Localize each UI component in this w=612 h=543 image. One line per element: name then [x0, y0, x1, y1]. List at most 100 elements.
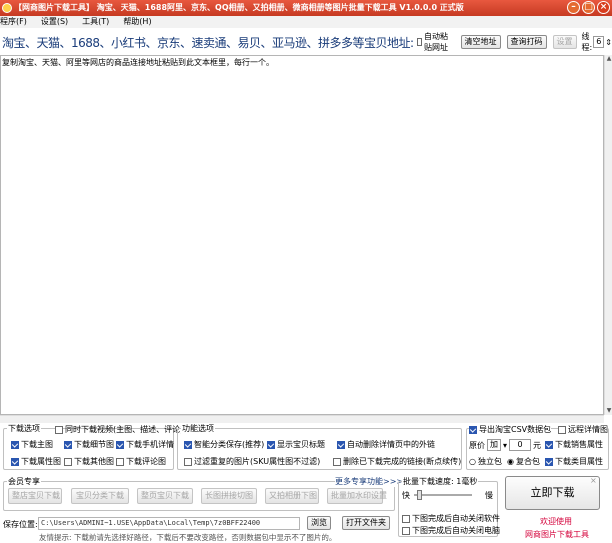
- price-value-input[interactable]: 0: [509, 439, 532, 451]
- export-csv-checkbox[interactable]: [469, 425, 477, 434]
- close-icon[interactable]: ×: [597, 1, 610, 14]
- remote-detail-option[interactable]: 远程详情图: [558, 424, 608, 435]
- delete-done-label: 删除已下载完成的链接(断点续传): [343, 457, 462, 466]
- spinner-arrows-icon[interactable]: ⇕: [605, 38, 612, 47]
- filter-dupes-option[interactable]: 过滤重复的图片(SKU属性图不过滤): [184, 456, 320, 467]
- shop-download-button[interactable]: 整店宝贝下载: [8, 488, 62, 504]
- save-path-input[interactable]: C:\Users\ADMINI~1.USE\AppData\Local\Temp…: [38, 517, 300, 530]
- function-options-title: 功能选项: [181, 423, 215, 434]
- maximize-icon[interactable]: □: [582, 1, 595, 14]
- brand-text: 网商图片下载工具: [525, 530, 589, 539]
- title-bar: 【网商图片下载工具】 淘宝、天猫、1688阿里、京东、QQ相册、又拍相册、微商相…: [0, 0, 612, 16]
- close-app-label: 下图完成后自动关闭软件: [412, 514, 500, 523]
- dl-mobile-checkbox[interactable]: [116, 440, 124, 449]
- price-op-select[interactable]: 加: [487, 439, 501, 451]
- shutdown-label: 下图完成后自动关闭电脑: [412, 526, 500, 535]
- save-hint: 友情提示: 下载前请先选择好路径，下载后不要改变路径，否则数据包中显示不了图片的…: [39, 533, 337, 542]
- dl-detail-label: 下载细节图: [74, 440, 114, 449]
- close-small-icon[interactable]: ×: [590, 476, 597, 485]
- remove-links-option[interactable]: 自动删除详情页中的外链: [337, 439, 435, 450]
- auto-paste-checkbox[interactable]: [416, 38, 423, 46]
- threads-spinner[interactable]: 6: [593, 36, 605, 48]
- shutdown-option[interactable]: 下图完成后自动关闭电脑: [402, 525, 500, 536]
- scroll-up-icon[interactable]: ▲: [605, 55, 612, 63]
- threads-label: 线程:: [581, 32, 593, 52]
- category-attr-option[interactable]: 下载类目属性: [545, 456, 603, 467]
- clear-urls-button[interactable]: 清空地址: [460, 35, 501, 49]
- category-download-button[interactable]: 宝贝分类下载: [71, 488, 129, 504]
- dl-detail-checkbox[interactable]: [64, 440, 72, 449]
- app-icon: [2, 3, 12, 13]
- youpai-download-button[interactable]: 又拍相册下图: [265, 488, 319, 504]
- dl-attr-label: 下载属性图: [21, 457, 61, 466]
- menu-program[interactable]: 程序(F): [0, 16, 27, 28]
- pkg-composite-option[interactable]: ◉ 复合包: [507, 456, 540, 467]
- pkg-independent-option[interactable]: ○ 独立包: [469, 456, 502, 467]
- category-attr-label: 下载类目属性: [555, 457, 603, 466]
- minimize-icon[interactable]: –: [567, 1, 580, 14]
- welcome-text: 欢迎使用: [540, 517, 572, 526]
- member-title: 会员专享: [7, 476, 41, 487]
- dl-main-option[interactable]: 下载主图: [11, 439, 53, 450]
- more-features-link[interactable]: 更多专享功能>>>: [335, 476, 404, 487]
- url-textarea[interactable]: 复制淘宝、天猫、阿里等网店的商品连接地址粘贴到此文本框里，每行一个。: [0, 55, 604, 415]
- dl-detail-option[interactable]: 下载细节图: [64, 439, 114, 450]
- menu-bar: 程序(F) 设置(S) 工具(T) 帮助(H): [0, 16, 612, 28]
- url-label: 淘宝、天猫、1688、小红书、京东、速卖通、易贝、亚马逊、拼多多等宝贝地址:: [2, 35, 414, 50]
- browse-button[interactable]: 浏览: [307, 516, 331, 530]
- dl-main-checkbox[interactable]: [11, 440, 19, 449]
- menu-settings[interactable]: 设置(S): [41, 16, 68, 28]
- dl-review-checkbox[interactable]: [116, 457, 124, 466]
- vertical-scrollbar[interactable]: ▲ ▼: [604, 55, 612, 415]
- shutdown-checkbox[interactable]: [402, 526, 410, 535]
- sync-video-option[interactable]: 同时下载视频(主图、描述、评论): [55, 424, 183, 435]
- query-button[interactable]: 查询打码: [506, 35, 547, 49]
- sync-video-label: 同时下载视频(主图、描述、评论): [65, 425, 184, 434]
- sales-attr-option[interactable]: 下载销售属性: [545, 439, 603, 450]
- dl-other-checkbox[interactable]: [64, 457, 72, 466]
- menu-help[interactable]: 帮助(H): [123, 16, 151, 28]
- url-bar: 淘宝、天猫、1688、小红书、京东、速卖通、易贝、亚马逊、拼多多等宝贝地址: 自…: [0, 31, 612, 53]
- remote-detail-label: 远程详情图: [568, 425, 608, 434]
- dl-attr-option[interactable]: 下载属性图: [11, 456, 61, 467]
- speed-slider[interactable]: [414, 490, 472, 500]
- delete-done-checkbox[interactable]: [333, 457, 341, 466]
- show-title-checkbox[interactable]: [267, 440, 275, 449]
- category-attr-checkbox[interactable]: [545, 457, 553, 466]
- sales-attr-checkbox[interactable]: [545, 440, 553, 449]
- sync-video-checkbox[interactable]: [55, 425, 63, 434]
- window-title: 【网商图片下载工具】 淘宝、天猫、1688阿里、京东、QQ相册、又拍相册、微商相…: [14, 3, 464, 12]
- long-image-button[interactable]: 长图拼接切图: [201, 488, 257, 504]
- watermark-button[interactable]: 批量加水印设置: [327, 488, 387, 504]
- scroll-down-icon[interactable]: ▼: [605, 407, 612, 415]
- save-label: 保存位置:: [3, 520, 38, 529]
- open-folder-button[interactable]: 打开文件夹: [342, 516, 390, 530]
- export-csv-label: 导出淘宝CSV数据包: [479, 425, 552, 434]
- dl-other-option[interactable]: 下载其他图: [64, 456, 114, 467]
- settings-button[interactable]: 设置: [552, 35, 577, 49]
- delete-done-option[interactable]: 删除已下载完成的链接(断点续传): [333, 456, 461, 467]
- dl-attr-checkbox[interactable]: [11, 457, 19, 466]
- speed-fast-label: 快: [402, 491, 410, 500]
- dl-mobile-option[interactable]: 下载手机详情: [116, 439, 174, 450]
- close-app-checkbox[interactable]: [402, 514, 410, 523]
- price-row: 原价 加 ▾ 0 元: [469, 439, 541, 451]
- remove-links-checkbox[interactable]: [337, 440, 345, 449]
- price-op-arrow-icon[interactable]: ▾: [503, 441, 507, 450]
- radio-selected-icon[interactable]: ◉: [507, 457, 514, 466]
- show-title-option[interactable]: 显示宝贝标题: [267, 439, 325, 450]
- remote-detail-checkbox[interactable]: [558, 425, 566, 434]
- filter-dupes-checkbox[interactable]: [184, 457, 192, 466]
- horizontal-scrollbar[interactable]: [0, 415, 604, 423]
- export-csv-option[interactable]: 导出淘宝CSV数据包: [469, 424, 552, 435]
- slider-thumb[interactable]: [416, 490, 422, 500]
- smart-save-option[interactable]: 智能分类保存(推荐): [184, 439, 264, 450]
- close-app-option[interactable]: 下图完成后自动关闭软件: [402, 513, 500, 524]
- radio-empty-icon[interactable]: ○: [469, 457, 476, 466]
- menu-tools[interactable]: 工具(T): [82, 16, 109, 28]
- start-download-button[interactable]: 立即下载: [505, 476, 600, 510]
- smart-save-checkbox[interactable]: [184, 440, 192, 449]
- page-download-button[interactable]: 整页宝贝下载: [137, 488, 193, 504]
- dl-review-option[interactable]: 下载评论图: [116, 456, 166, 467]
- sales-attr-label: 下载销售属性: [555, 440, 603, 449]
